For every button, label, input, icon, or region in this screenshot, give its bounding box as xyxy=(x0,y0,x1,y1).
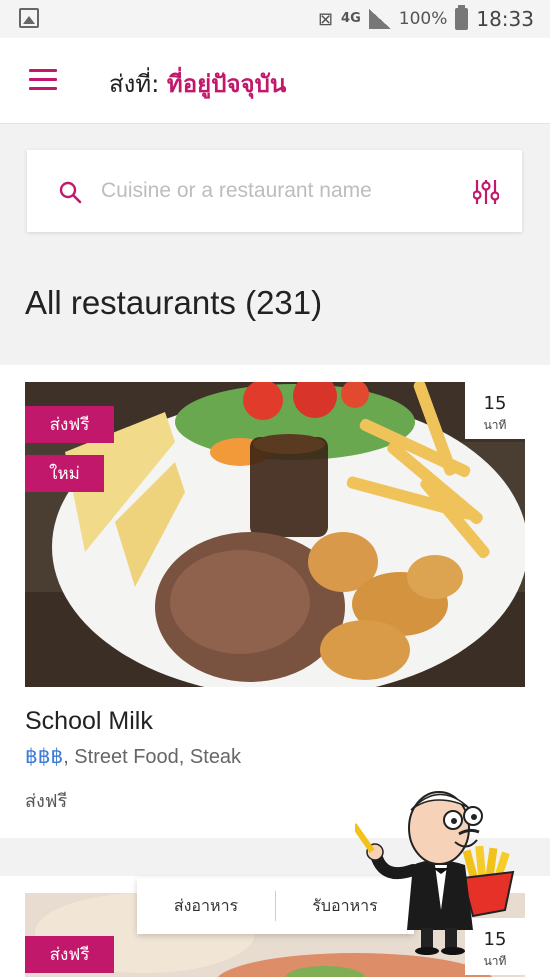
current-location[interactable]: ที่อยู่ปัจจุบัน xyxy=(167,70,286,98)
deliver-to-label: ส่งที่: xyxy=(109,70,160,98)
delivery-location[interactable]: ส่งที่: ที่อยู่ปัจจุบัน xyxy=(109,64,286,103)
battery-icon xyxy=(455,5,469,30)
search-icon xyxy=(59,181,82,204)
restaurant-meta: ฿฿฿, Street Food, Steak xyxy=(25,744,241,769)
restaurant-photo: ส่งฟรี ใหม่ 15 นาที xyxy=(25,382,525,687)
section-title: All restaurants (231) xyxy=(25,284,323,321)
app-header: ส่งที่: ที่อยู่ปัจจุบัน xyxy=(0,38,550,124)
delivery-tab[interactable]: ส่งอาหาร xyxy=(137,894,275,919)
restaurant-name[interactable]: School Milk xyxy=(25,707,153,736)
signal-icon xyxy=(368,9,391,29)
image-notification-icon xyxy=(19,8,39,28)
delivery-fee: ส่งฟรี xyxy=(25,791,68,812)
delivery-time-badge: 15 นาที xyxy=(465,382,525,439)
network-type: 4G xyxy=(341,11,361,26)
search-bar[interactable]: Cuisine or a restaurant name xyxy=(27,150,522,232)
price-level: ฿฿฿ xyxy=(25,746,64,768)
free-delivery-badge: ส่งฟรี xyxy=(25,406,114,443)
new-badge: ใหม่ xyxy=(25,455,104,492)
restaurant-categories: , Street Food, Steak xyxy=(63,746,242,768)
status-bar: ⊠ 4G 100% 18:33 xyxy=(0,0,550,38)
clock: 18:33 xyxy=(476,7,534,31)
battery-percent: 100% xyxy=(398,9,448,29)
vibrate-icon: ⊠ xyxy=(317,8,334,30)
restaurant-card[interactable]: ส่งฟรี ใหม่ 15 นาที School Milk ฿฿฿, Str… xyxy=(0,365,550,838)
free-delivery-badge: ส่งฟรี xyxy=(25,936,114,973)
delivery-time-value: 15 xyxy=(483,393,507,414)
delivery-time-unit: นาที xyxy=(483,418,507,432)
filter-icon[interactable] xyxy=(473,178,499,206)
menu-icon[interactable] xyxy=(29,69,57,91)
status-icons: ⊠ 4G 100% 18:33 xyxy=(318,5,534,33)
search-input[interactable]: Cuisine or a restaurant name xyxy=(101,179,372,203)
waiter-mascot-illustration xyxy=(355,791,515,955)
